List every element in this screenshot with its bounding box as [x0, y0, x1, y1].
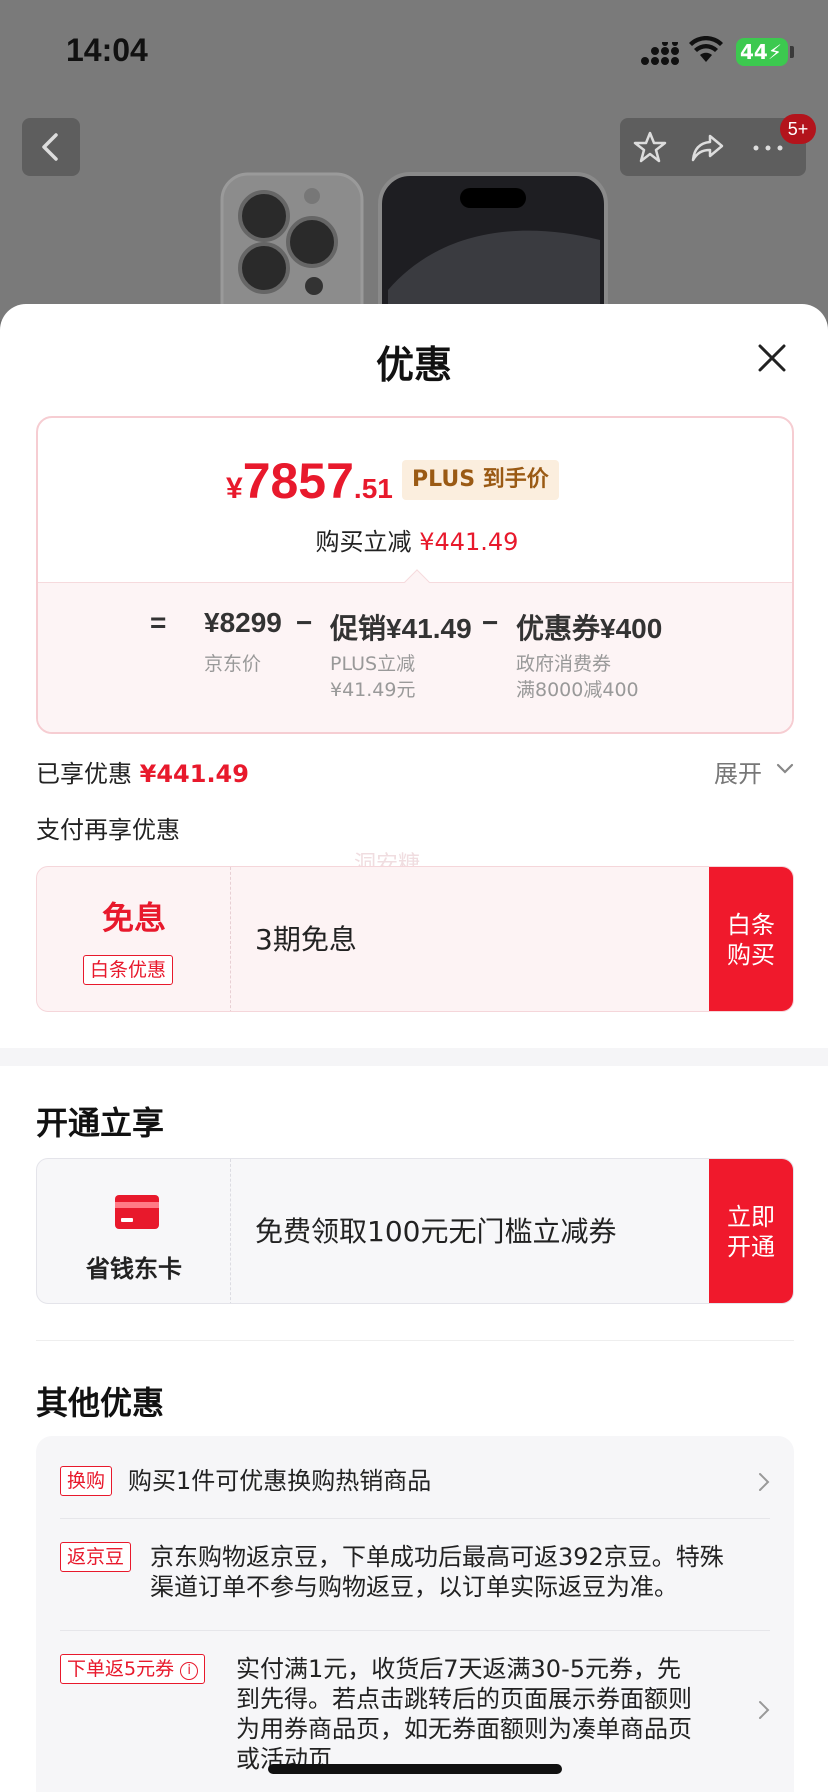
jd-beans-tag: 返京豆 [60, 1542, 132, 1572]
free-interest-title: 免息 [101, 899, 166, 937]
final-price-area: ¥7857.51 PLUS 到手价 购买立减 ¥441.49 [38, 418, 792, 582]
product-image [220, 172, 608, 320]
divider [36, 1340, 794, 1341]
promo-sub-value: ¥41.49元 [330, 679, 416, 701]
favorite-star-icon[interactable] [632, 130, 668, 164]
enjoyed-value: ¥441.49 [139, 760, 249, 788]
close-icon[interactable] [754, 340, 790, 376]
chevron-left-icon [42, 133, 58, 161]
saving-card-label: 省钱东卡 [86, 1255, 182, 1283]
final-price: ¥7857.51 [226, 452, 393, 510]
baitiao-desc: 3期免息 [255, 923, 357, 956]
saving-card-desc: 免费领取100元无门槛立减券 [255, 1215, 617, 1248]
open-section-title: 开通立享 [36, 1104, 165, 1142]
plus-price-tag: PLUS 到手价 [402, 460, 559, 500]
cellular-signal-icon [641, 42, 679, 65]
coupon-sub-label: 政府消费券 [516, 653, 612, 675]
jd-price-value: ¥8299 [204, 607, 282, 638]
button-line-2: 购买 [727, 941, 775, 969]
enjoyed-label: 已享优惠 [36, 760, 132, 788]
button-line-1: 白条 [727, 911, 775, 939]
wifi-icon [689, 36, 723, 62]
pay-more-title: 支付再享优惠 [36, 816, 180, 844]
price-integer: 7857 [242, 453, 354, 509]
home-indicator[interactable] [268, 1764, 562, 1774]
row-divider [60, 1630, 770, 1631]
promo-value: 促销¥41.49 [330, 613, 472, 644]
baitiao-promo-card[interactable]: 免息 白条优惠 3期免息 白条 购买 [36, 866, 794, 1012]
baitiao-buy-button[interactable]: 白条 购买 [709, 867, 793, 1011]
baitiao-left: 免息 白条优惠 [37, 867, 231, 1011]
discount-sheet: 优惠 ¥7857.51 PLUS 到手价 购买立减 ¥441.49 = ¥829… [0, 304, 828, 1792]
other-section-title: 其他优惠 [36, 1384, 165, 1422]
battery-tip [790, 46, 794, 58]
list-item-trade-in[interactable]: 换购 购买1件可优惠换购热销商品 [60, 1466, 770, 1516]
button-line-1: 立即 [727, 1203, 775, 1231]
top-action-group [620, 118, 806, 176]
order-coupon-tag: 下单返5元券 i [60, 1654, 206, 1684]
currency-symbol: ¥ [226, 472, 243, 505]
saving-card-offer[interactable]: 省钱东卡 免费领取100元无门槛立减券 立即 开通 [36, 1158, 794, 1304]
status-time: 14:04 [66, 32, 148, 68]
enjoyed-discount: 已享优惠 ¥441.49 [36, 754, 249, 789]
chevron-down-icon[interactable] [776, 762, 794, 776]
open-now-button[interactable]: 立即 开通 [709, 1159, 793, 1303]
instant-cut-value: ¥441.49 [419, 528, 519, 556]
minus-sign: − [296, 607, 313, 638]
sheet-title: 优惠 [375, 343, 452, 387]
row-divider [60, 1518, 770, 1519]
price-formula: = ¥8299 − 促销¥41.49 − 优惠券¥400 京东价 PLUS立减 … [38, 582, 792, 732]
section-gap [0, 1048, 828, 1066]
expand-button[interactable]: 展开 [714, 754, 762, 789]
baitiao-tag: 白条优惠 [83, 955, 174, 985]
order-coupon-line-1: 实付满1元，收货后7天返满30-5元券，先 [236, 1655, 682, 1683]
instant-cut-label: 购买立减 [315, 528, 412, 556]
status-bar: 14:04 44⚡ [0, 0, 828, 104]
product-page-backdrop: 14:04 44⚡ 5+ [0, 0, 828, 320]
price-decimal: .51 [353, 473, 393, 504]
minus-sign: − [482, 607, 499, 638]
saving-card-left: 省钱东卡 [37, 1159, 231, 1303]
info-icon[interactable]: i [180, 1662, 199, 1680]
share-icon[interactable] [690, 130, 726, 164]
chevron-right-icon [759, 1473, 770, 1491]
other-offers-list: 换购 购买1件可优惠换购热销商品 返京豆 京东购物返京豆，下单成功后最高可返39… [36, 1436, 794, 1792]
message-badge: 5+ [780, 114, 816, 144]
instant-cut: 购买立减 ¥441.49 [38, 522, 792, 557]
price-card: ¥7857.51 PLUS 到手价 购买立减 ¥441.49 = ¥8299 −… [36, 416, 794, 734]
order-coupon-tag-label: 下单返5元券 [67, 1658, 175, 1680]
promo-sub-label: PLUS立减 [330, 653, 416, 675]
equals-sign: = [150, 607, 167, 638]
chevron-right-icon [759, 1701, 770, 1719]
credit-card-icon [115, 1195, 159, 1229]
back-button[interactable] [22, 118, 80, 176]
trade-in-tag: 换购 [60, 1466, 113, 1496]
trade-in-text: 购买1件可优惠换购热销商品 [128, 1467, 432, 1495]
coupon-value: 优惠券¥400 [516, 613, 663, 644]
order-coupon-line-2: 到先得。若点击跳转后的页面展示券面额则 [236, 1685, 692, 1713]
button-line-2: 开通 [727, 1233, 775, 1261]
battery-icon: 44⚡ [736, 38, 788, 66]
coupon-sub-value: 满8000减400 [516, 679, 639, 701]
jd-price-label: 京东价 [204, 653, 262, 675]
battery-level: 44 [740, 40, 768, 64]
jd-beans-line-1: 京东购物返京豆，下单成功后最高可返392京豆。特殊 [150, 1543, 724, 1571]
order-coupon-line-3: 为用券商品页，如无券面额则为凑单商品页 [236, 1715, 692, 1743]
list-item-jd-beans: 返京豆 京东购物返京豆，下单成功后最高可返392京豆。特殊 渠道订单不参与购物返… [60, 1542, 770, 1612]
jd-beans-line-2: 渠道订单不参与购物返豆，以订单实际返豆为准。 [150, 1573, 678, 1601]
